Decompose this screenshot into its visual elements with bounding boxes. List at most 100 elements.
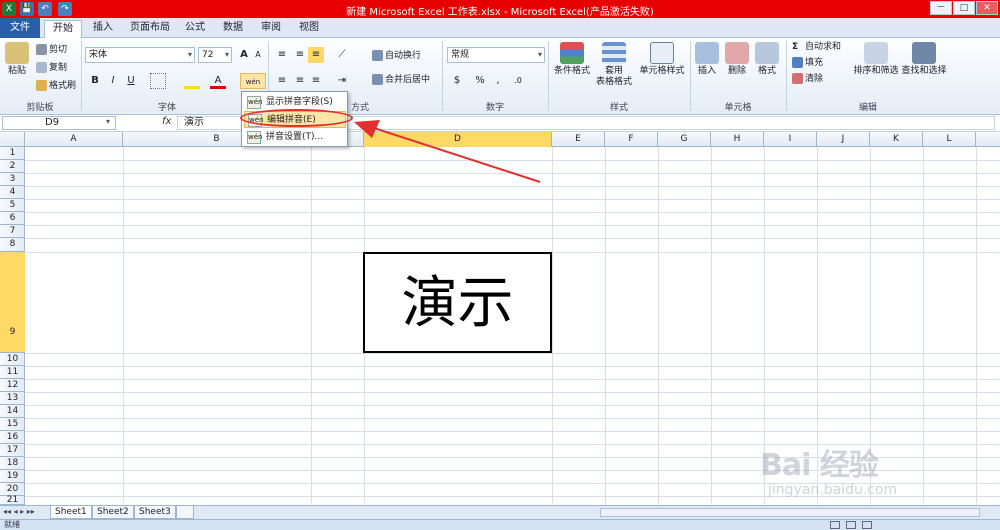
row-header[interactable]: 8 [0, 238, 25, 252]
fill-color-icon[interactable] [184, 73, 200, 89]
menu-item-phonetic-settings[interactable]: wén 拼音设置(T)... [244, 129, 346, 146]
bold-button[interactable]: B [87, 73, 103, 89]
insert-cells-button[interactable]: 插入 [694, 42, 720, 77]
column-header-k[interactable]: K [870, 132, 923, 147]
delete-cells-button[interactable]: 删除 [724, 42, 750, 77]
cell-styles-button[interactable]: 单元格样式 [638, 42, 686, 77]
align-center-icon[interactable]: ≡ [292, 73, 308, 89]
underline-button[interactable]: U [123, 73, 139, 89]
copy-button[interactable]: 复制 [36, 62, 67, 74]
paste-button[interactable]: 粘贴 [4, 42, 30, 77]
tab-insert[interactable]: 插入 [86, 20, 120, 38]
close-button[interactable]: ✕ [976, 1, 998, 15]
orientation-icon[interactable]: ⟋ [334, 47, 350, 63]
row-header[interactable]: 21 [0, 496, 25, 505]
borders-icon[interactable] [150, 73, 166, 89]
sort-filter-button[interactable]: 排序和筛选 [852, 42, 900, 77]
new-sheet-icon[interactable] [176, 506, 194, 519]
align-left-icon[interactable]: ≡ [274, 73, 290, 89]
format-cells-button[interactable]: 格式 [754, 42, 780, 77]
ribbon: 粘贴 剪切 复制 格式刷 剪贴板 宋体 72 A A B I U A wén 字… [0, 38, 1000, 115]
shrink-font-button[interactable]: A [250, 47, 266, 63]
fx-button[interactable]: fx [162, 116, 171, 127]
number-format-combo[interactable]: 常规 [447, 47, 545, 63]
percent-button[interactable]: % [472, 73, 488, 89]
comma-button[interactable]: , [490, 73, 506, 89]
chevron-down-icon[interactable]: ▾ [106, 117, 110, 126]
row-header[interactable]: 7 [0, 225, 25, 238]
decimal-icon[interactable]: .0 [510, 73, 526, 89]
find-select-button[interactable]: 查找和选择 [900, 42, 948, 77]
cell-d9[interactable]: 演示 [363, 252, 552, 353]
font-name-combo[interactable]: 宋体 [85, 47, 195, 63]
phonetic-guide-button[interactable]: wén [240, 73, 266, 89]
column-header-i[interactable]: I [764, 132, 817, 147]
column-header-a[interactable]: A [25, 132, 123, 147]
row-header[interactable]: 1 [0, 147, 25, 160]
select-all-corner[interactable] [0, 132, 25, 147]
tab-view[interactable]: 视图 [294, 20, 324, 38]
format-painter-button[interactable]: 格式刷 [36, 80, 76, 92]
italic-button[interactable]: I [105, 73, 121, 89]
group-divider [786, 41, 787, 111]
sheet-tab-sheet1[interactable]: Sheet1 [50, 506, 92, 519]
font-size-combo[interactable]: 72 [198, 47, 232, 63]
tab-home[interactable]: 开始 [44, 20, 82, 39]
column-header-l[interactable]: L [923, 132, 976, 147]
clear-button[interactable]: 清除 [792, 73, 823, 85]
tab-file[interactable]: 文件 [0, 18, 40, 38]
column-header-f[interactable]: F [605, 132, 658, 147]
row-header[interactable]: 4 [0, 186, 25, 199]
row-header[interactable]: 11 [0, 366, 25, 379]
row-header[interactable]: 2 [0, 160, 25, 173]
row-header-selected[interactable]: 9 [0, 252, 25, 353]
row-header[interactable]: 14 [0, 405, 25, 418]
row-header[interactable]: 16 [0, 431, 25, 444]
column-header-g[interactable]: G [658, 132, 711, 147]
fill-button[interactable]: 填充 [792, 57, 823, 69]
merge-center-button[interactable]: 合并后居中 [372, 74, 430, 86]
tab-page-layout[interactable]: 页面布局 [126, 20, 174, 38]
row-header[interactable]: 12 [0, 379, 25, 392]
sort-filter-icon [864, 42, 888, 64]
font-color-button[interactable]: A [210, 73, 226, 89]
currency-icon[interactable]: $ [449, 73, 465, 89]
indent-icon[interactable]: ⇥ [334, 73, 350, 89]
row-header[interactable]: 17 [0, 444, 25, 457]
view-pagebreak-icon[interactable] [862, 521, 872, 529]
column-header-partial[interactable] [976, 132, 1000, 147]
row-header[interactable]: 15 [0, 418, 25, 431]
row-header[interactable]: 10 [0, 353, 25, 366]
format-as-table-button[interactable]: 套用 表格格式 [594, 42, 634, 88]
sheet-nav-icon[interactable]: ◂◂ ◂ ▸ ▸▸ [3, 506, 35, 518]
maximize-button[interactable]: □ [953, 1, 975, 15]
cut-button[interactable]: 剪切 [36, 44, 67, 56]
align-right-icon[interactable]: ≡ [308, 73, 324, 89]
row-header[interactable]: 13 [0, 392, 25, 405]
view-layout-icon[interactable] [846, 521, 856, 529]
name-box[interactable]: D9 [2, 116, 116, 130]
align-middle-icon[interactable]: ≡ [292, 47, 308, 63]
conditional-format-button[interactable]: 条件格式 [552, 42, 592, 77]
row-header[interactable]: 5 [0, 199, 25, 212]
view-normal-icon[interactable] [830, 521, 840, 529]
minimize-button[interactable]: － [930, 1, 952, 15]
align-top-icon[interactable]: ≡ [274, 47, 290, 63]
row-header[interactable]: 3 [0, 173, 25, 186]
align-bottom-icon[interactable]: ≡ [308, 47, 324, 63]
horizontal-scrollbar[interactable] [600, 508, 980, 517]
tab-formulas[interactable]: 公式 [180, 20, 210, 38]
sheet-tab-sheet2[interactable]: Sheet2 [92, 506, 134, 519]
row-header[interactable]: 19 [0, 470, 25, 483]
column-header-h[interactable]: H [711, 132, 764, 147]
tab-review[interactable]: 审阅 [256, 20, 286, 38]
row-header[interactable]: 18 [0, 457, 25, 470]
autosum-button[interactable]: Σ 自动求和 [792, 41, 841, 53]
wrap-text-button[interactable]: 自动换行 [372, 50, 421, 62]
sheet-tab-sheet3[interactable]: Sheet3 [134, 506, 176, 519]
row-header[interactable]: 6 [0, 212, 25, 225]
cell-d9-text: 演示 [401, 271, 514, 336]
column-header-j[interactable]: J [817, 132, 870, 147]
tab-data[interactable]: 数据 [218, 20, 248, 38]
gridline [658, 147, 659, 505]
